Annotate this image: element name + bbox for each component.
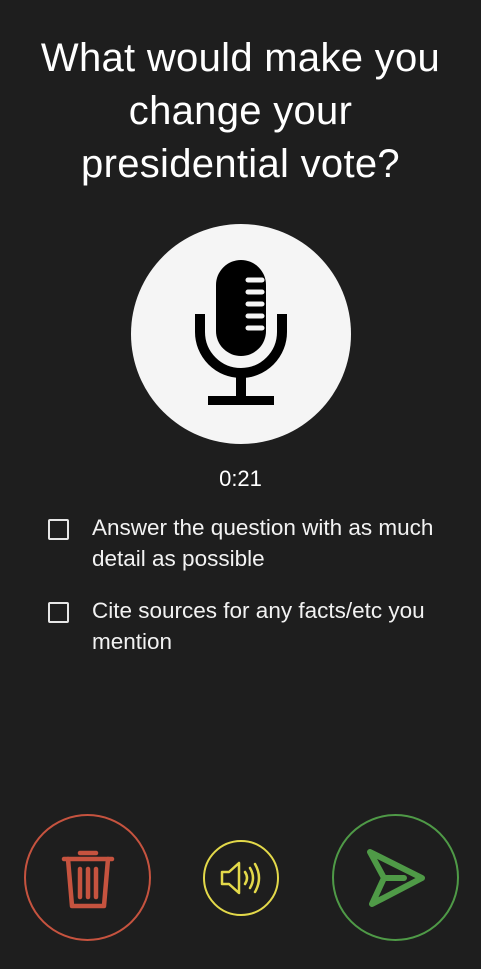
trash-icon [61,850,114,908]
checklist-item-detail[interactable]: Answer the question with as much detail … [48,512,448,574]
recording-timer: 0:21 [219,466,262,491]
delete-button[interactable] [24,814,151,941]
speaker-icon [220,861,261,895]
checklist-label: Answer the question with as much detail … [92,515,434,571]
record-button[interactable] [131,224,351,444]
play-audio-button[interactable] [203,840,279,916]
send-button[interactable] [332,814,459,941]
checkbox[interactable] [48,602,69,623]
checkbox[interactable] [48,519,69,540]
send-icon [366,848,425,907]
microphone-icon [195,260,287,405]
question-title: What would make you change your presiden… [40,36,441,186]
checklist-label: Cite sources for any facts/etc you menti… [92,598,425,654]
checklist-item-sources[interactable]: Cite sources for any facts/etc you menti… [48,595,448,657]
